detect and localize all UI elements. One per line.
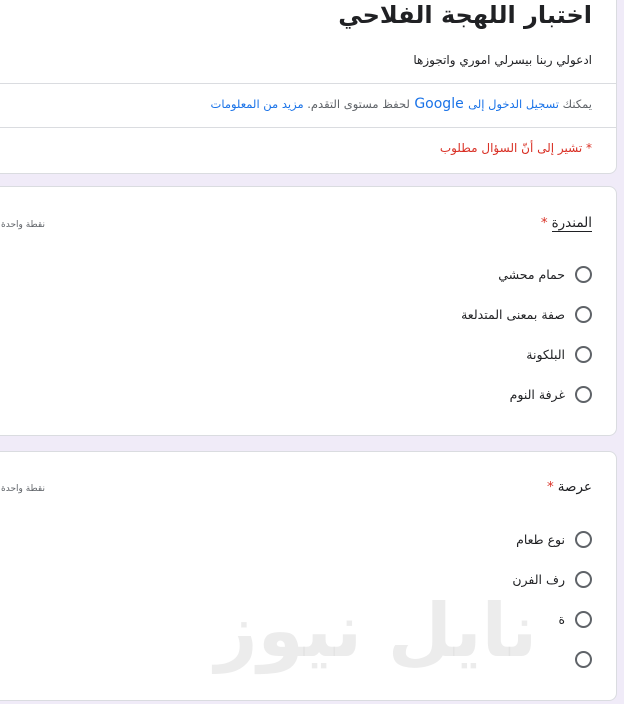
option-2-2[interactable]: رف الفرن	[512, 568, 592, 590]
option-1-3[interactable]: البلكونة	[526, 343, 592, 365]
option-2-4[interactable]	[565, 648, 592, 670]
required-star: *	[540, 215, 548, 231]
option-label: حمام محشي	[498, 266, 565, 282]
option-2-1[interactable]: نوع طعام	[516, 528, 592, 550]
option-1-2[interactable]: صفة بمعنى المتدلعة	[461, 303, 592, 325]
option-label: رف الفرن	[512, 571, 565, 587]
question-title-text: المندرة	[551, 215, 592, 232]
option-label: غرفة النوم	[509, 386, 565, 402]
signin-link[interactable]: تسجيل الدخول إلى	[468, 97, 559, 111]
radio-button[interactable]	[575, 570, 592, 588]
question-title-text: عرصة	[557, 479, 592, 495]
option-label: نوع طعام	[516, 531, 565, 547]
option-1-1[interactable]: حمام محشي	[498, 263, 592, 285]
signin-notice: يمكنك تسجيل الدخول إلى Google لحفظ مستوى…	[211, 96, 593, 112]
signin-middle: لحفظ مستوى التقدم.	[303, 97, 410, 111]
radio-button[interactable]	[575, 265, 592, 283]
header-divider	[0, 83, 616, 84]
form-header-card: اختبار اللهجة الفلاحي ادعولي ربنا بيسرلي…	[0, 0, 617, 174]
radio-button[interactable]	[575, 530, 592, 548]
points-label: نقطة واحدة	[1, 220, 45, 230]
option-label: صفة بمعنى المتدلعة	[461, 306, 565, 322]
option-label: ة	[558, 611, 565, 627]
signin-prefix: يمكنك	[558, 97, 592, 111]
form-title: اختبار اللهجة الفلاحي	[338, 1, 592, 29]
radio-button[interactable]	[575, 610, 592, 628]
required-note: * تشير إلى أنّ السؤال مطلوب	[439, 141, 592, 155]
question-title-1: المندرة*	[540, 215, 592, 232]
form-description: ادعولي ربنا بيسرلي اموري واتجوزها	[413, 53, 592, 67]
header-divider-2	[0, 127, 616, 128]
required-star: *	[547, 479, 554, 495]
radio-button[interactable]	[575, 305, 592, 323]
option-1-4[interactable]: غرفة النوم	[510, 383, 592, 405]
question-card-2: عرصة* نقطة واحدة نوع طعام رف الفرن ة	[0, 451, 617, 701]
question-title-2: عرصة*	[547, 479, 592, 495]
radio-button[interactable]	[575, 345, 592, 363]
radio-button[interactable]	[575, 385, 592, 403]
radio-button[interactable]	[575, 650, 592, 668]
google-label[interactable]: Google	[410, 96, 468, 112]
points-label: نقطة واحدة	[1, 484, 45, 494]
more-info-link[interactable]: مزيد من المعلومات	[211, 97, 304, 111]
option-2-3[interactable]: ة	[558, 608, 592, 630]
option-label: البلكونة	[526, 346, 565, 362]
question-card-1: المندرة* نقطة واحدة حمام محشي صفة بمعنى …	[0, 186, 617, 436]
